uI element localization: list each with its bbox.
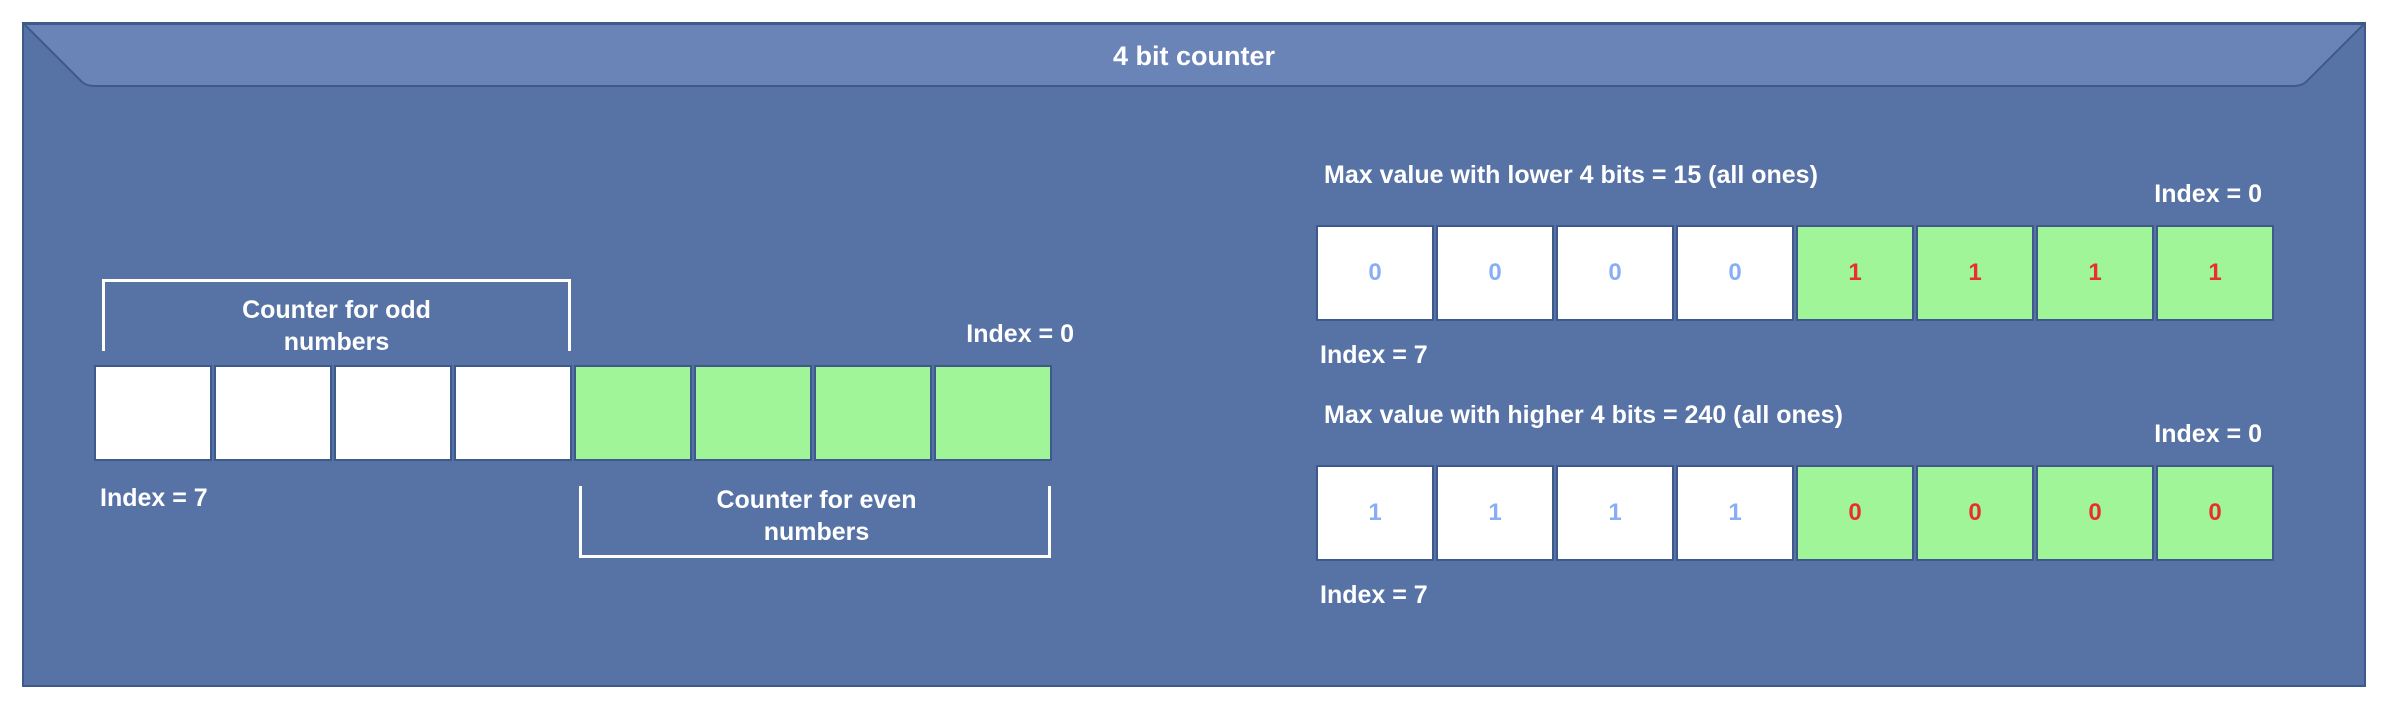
bit-cell-6: 1	[1436, 465, 1554, 561]
bit-cell-5: 0	[1556, 225, 1674, 321]
left-index-low: Index = 0	[966, 320, 1074, 348]
bit-cell-1: 1	[2036, 225, 2154, 321]
even-counter-label: Counter for even numbers	[716, 486, 917, 546]
bit-cell-7: 1	[1316, 465, 1434, 561]
bit-cell-2	[694, 365, 812, 461]
bit-cell-4	[454, 365, 572, 461]
bit-cell-6	[214, 365, 332, 461]
bit-cell-3	[574, 365, 692, 461]
higher-bits-heading: Max value with higher 4 bits = 240 (all …	[1324, 401, 1843, 429]
odd-counter-label: Counter for odd numbers	[242, 296, 431, 356]
bit-cell-7	[94, 365, 212, 461]
lower-bits-row: 0 0 0 0 1 1 1 1	[1316, 225, 2274, 321]
bit-cell-0: 1	[2156, 225, 2274, 321]
left-bit-row	[94, 365, 1052, 461]
bit-cell-4: 1	[1676, 465, 1794, 561]
higher-bits-row: 1 1 1 1 0 0 0 0	[1316, 465, 2274, 561]
higher-bits-index-high: Index = 7	[1320, 581, 1428, 609]
diagram-title: 4 bit counter	[1112, 41, 1275, 71]
higher-bits-index-low: Index = 0	[2154, 420, 2262, 448]
bit-cell-2: 1	[1916, 225, 2034, 321]
bit-cell-5	[334, 365, 452, 461]
bit-cell-4: 0	[1676, 225, 1794, 321]
lower-bits-index-low: Index = 0	[2154, 180, 2262, 208]
bit-cell-3: 1	[1796, 225, 1914, 321]
bit-cell-5: 1	[1556, 465, 1674, 561]
lower-bits-index-high: Index = 7	[1320, 341, 1428, 369]
bit-cell-6: 0	[1436, 225, 1554, 321]
bit-cell-2: 0	[1916, 465, 2034, 561]
bit-cell-0	[934, 365, 1052, 461]
bit-cell-7: 0	[1316, 225, 1434, 321]
bit-cell-1: 0	[2036, 465, 2154, 561]
left-index-high: Index = 7	[100, 484, 208, 512]
lower-bits-heading: Max value with lower 4 bits = 15 (all on…	[1324, 161, 1818, 189]
bit-cell-0: 0	[2156, 465, 2274, 561]
bit-cell-3: 0	[1796, 465, 1914, 561]
bit-cell-1	[814, 365, 932, 461]
diagram-frame: 4 bit counter Counter for odd numbers In…	[22, 22, 2366, 687]
